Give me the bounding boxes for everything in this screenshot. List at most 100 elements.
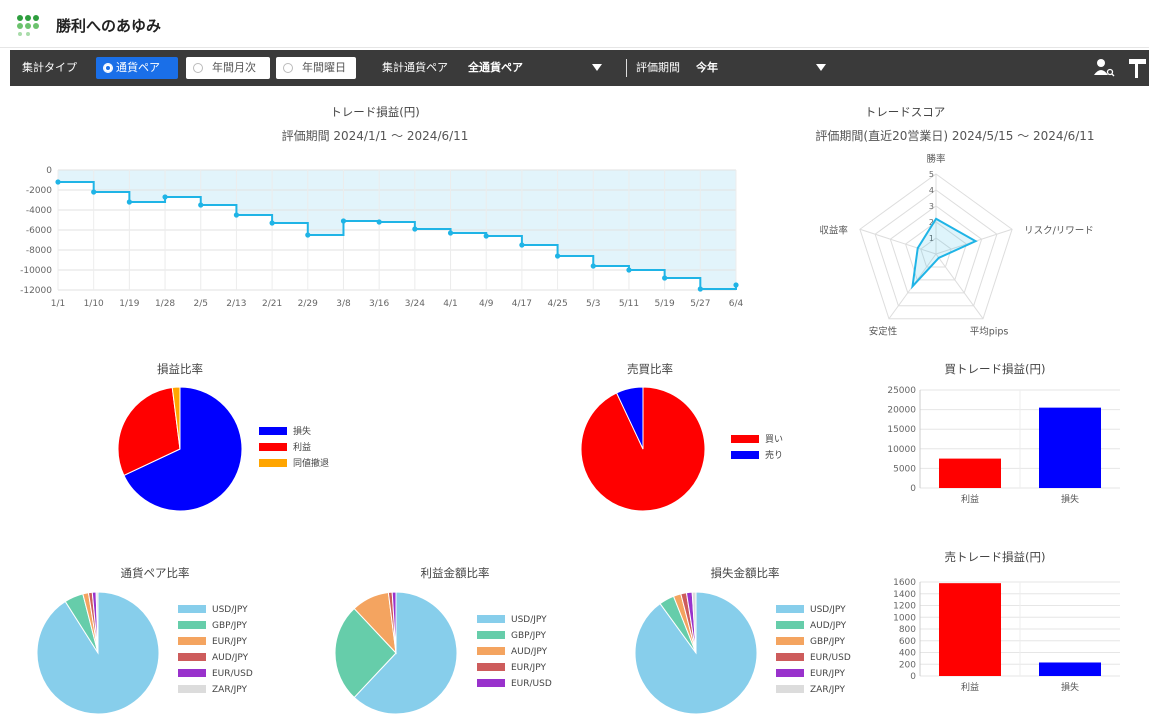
data-point bbox=[554, 253, 561, 259]
data-point bbox=[198, 202, 204, 208]
x-tick-label: 3/8 bbox=[336, 299, 351, 309]
data-point bbox=[269, 220, 275, 226]
aggregation-type-label: 集計タイプ bbox=[22, 61, 77, 74]
legend-label: EUR/JPY bbox=[810, 669, 845, 679]
x-tick-label: 4/1 bbox=[443, 299, 457, 309]
logo-icon bbox=[17, 15, 39, 36]
legend-swatch bbox=[178, 685, 206, 693]
legend-swatch bbox=[776, 605, 804, 613]
chevron-down-icon bbox=[592, 64, 602, 71]
x-tick-label: 利益 bbox=[961, 681, 979, 693]
weekday-button[interactable]: 年間曜日 bbox=[276, 57, 356, 79]
data-point bbox=[626, 267, 632, 273]
y-tick-label: 25000 bbox=[887, 386, 916, 396]
data-point bbox=[662, 275, 668, 281]
legend-item: GBP/JPY bbox=[178, 618, 253, 634]
legend-label: GBP/JPY bbox=[212, 621, 247, 631]
x-tick-label: 1/28 bbox=[155, 299, 175, 309]
data-point bbox=[447, 230, 454, 236]
legend-swatch bbox=[259, 459, 287, 467]
x-tick-label: 4/9 bbox=[479, 299, 494, 309]
radar-category-label: リスク/リワード bbox=[1024, 225, 1094, 236]
y-tick-label: 600 bbox=[899, 637, 916, 647]
y-tick-label: 10000 bbox=[887, 445, 916, 455]
y-tick-label: 400 bbox=[899, 649, 916, 659]
radar-category-label: 勝率 bbox=[926, 153, 946, 165]
x-tick-label: 4/17 bbox=[512, 299, 532, 309]
legend-swatch bbox=[178, 605, 206, 613]
user-search-icon[interactable] bbox=[1094, 58, 1116, 78]
legend-label: EUR/JPY bbox=[511, 663, 546, 673]
legend-label: AUD/JPY bbox=[810, 621, 847, 631]
legend-label: EUR/USD bbox=[511, 679, 552, 689]
legend-label: USD/JPY bbox=[511, 615, 547, 625]
y-tick-label: -12000 bbox=[20, 286, 52, 296]
legend-swatch bbox=[731, 435, 759, 443]
y-tick-label: 200 bbox=[899, 660, 916, 670]
legend-label: 買い bbox=[765, 435, 784, 445]
y-tick-label: 1600 bbox=[893, 578, 916, 588]
y-tick-label: 0 bbox=[46, 166, 52, 176]
data-point bbox=[126, 199, 132, 205]
radar-tick-label: 3 bbox=[929, 202, 934, 211]
paint-roller-icon[interactable] bbox=[1128, 58, 1148, 78]
data-point bbox=[590, 263, 596, 269]
legend-swatch bbox=[776, 685, 804, 693]
period-label: 評価期間 bbox=[636, 61, 680, 74]
legend-swatch bbox=[776, 653, 804, 661]
app-header: 勝利へのあゆみ bbox=[0, 0, 1149, 48]
legend-swatch bbox=[776, 669, 804, 677]
legend-swatch bbox=[731, 451, 759, 459]
radio-icon bbox=[283, 63, 293, 73]
legend-label: EUR/JPY bbox=[212, 637, 247, 647]
radio-icon bbox=[193, 63, 203, 73]
legend-item: 利益 bbox=[259, 440, 329, 456]
legend-swatch bbox=[776, 637, 804, 645]
bar bbox=[939, 583, 1001, 676]
data-point bbox=[340, 218, 347, 224]
legend-item: 買い bbox=[731, 432, 783, 448]
legend-item: EUR/USD bbox=[477, 676, 552, 692]
legend-swatch bbox=[776, 621, 804, 629]
pair-select-value: 全通貨ペア bbox=[468, 61, 523, 74]
profit-ratio-legend: USD/JPY GBP/JPY AUD/JPY EUR/JPY EUR/USD bbox=[477, 612, 552, 692]
x-tick-label: 5/27 bbox=[690, 299, 710, 309]
pair-button[interactable]: 通貨ペア bbox=[96, 57, 178, 79]
radar-tick-label: 5 bbox=[929, 170, 934, 179]
data-point bbox=[376, 219, 382, 225]
buy-pnl-title: 買トレード損益(円) bbox=[944, 362, 1046, 376]
period-select[interactable]: 今年 bbox=[696, 50, 836, 86]
legend-item: USD/JPY bbox=[477, 612, 552, 628]
legend-label: AUD/JPY bbox=[212, 653, 249, 663]
legend-swatch bbox=[477, 615, 505, 623]
legend-swatch bbox=[259, 443, 287, 451]
y-tick-label: -8000 bbox=[26, 246, 52, 256]
pair-select[interactable]: 全通貨ペア bbox=[468, 50, 610, 86]
y-tick-label: 5000 bbox=[893, 464, 916, 474]
data-point bbox=[483, 233, 489, 239]
y-tick-label: 800 bbox=[899, 625, 916, 635]
legend-swatch bbox=[178, 669, 206, 677]
sell-pnl-title: 売トレード損益(円) bbox=[944, 550, 1046, 564]
legend-item: USD/JPY bbox=[776, 602, 851, 618]
chevron-down-icon bbox=[816, 64, 826, 71]
pair-ratio-pie bbox=[36, 591, 160, 715]
legend-swatch bbox=[477, 663, 505, 671]
legend-item: USD/JPY bbox=[178, 602, 253, 618]
legend-item: 損失 bbox=[259, 424, 329, 440]
monthly-button[interactable]: 年間月次 bbox=[186, 57, 270, 79]
x-tick-label: 4/25 bbox=[547, 299, 567, 309]
bar bbox=[1039, 407, 1101, 488]
radar-category-label: 安定性 bbox=[869, 326, 898, 338]
data-point bbox=[91, 189, 97, 195]
bs-ratio-pie bbox=[580, 386, 706, 512]
score-chart-subtitle: 評価期間(直近20営業日) 2024/5/15 ～ 2024/6/11 bbox=[815, 129, 1095, 143]
pl-ratio-pie bbox=[117, 386, 243, 512]
pnl-line-chart: 0 -2000 -4000 -6000 -8000 -10000 -12000 1/1 1/10… bbox=[20, 166, 743, 309]
pair-ratio-title: 通貨ペア比率 bbox=[120, 566, 190, 580]
profit-ratio-pie bbox=[334, 591, 458, 715]
legend-label: 同値撤退 bbox=[293, 459, 330, 469]
x-tick-label: 1/19 bbox=[119, 299, 139, 309]
legend-label: 売り bbox=[765, 451, 784, 461]
radar-axis bbox=[935, 253, 984, 320]
